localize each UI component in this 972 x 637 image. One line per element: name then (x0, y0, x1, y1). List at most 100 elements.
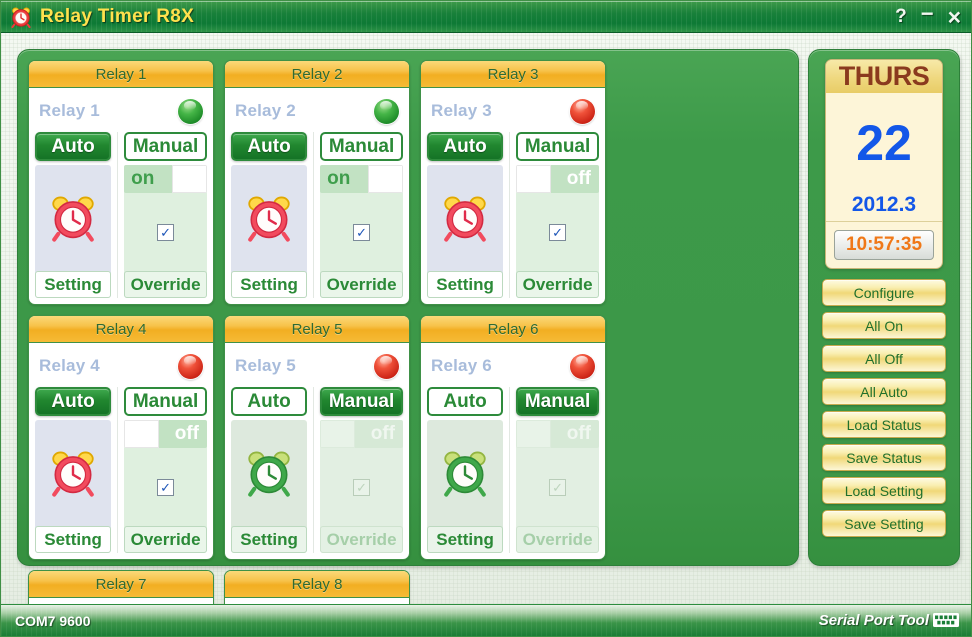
override-box-2: on ✓ Override (320, 165, 403, 298)
relay-header-6: Relay 6 (421, 316, 605, 343)
manual-button-2[interactable]: Manual (320, 132, 403, 161)
relay-toggle-6[interactable]: off (516, 420, 599, 448)
override-checkbox-6[interactable]: ✓ (549, 479, 566, 496)
serial-port-status: COM7 9600 (15, 613, 90, 629)
auto-button-1[interactable]: Auto (35, 132, 111, 161)
relay-toggle-1[interactable]: on (124, 165, 207, 193)
alarm-clock-icon (231, 420, 307, 526)
setting-box-6[interactable]: Setting (427, 420, 503, 553)
setting-button-5[interactable]: Setting (231, 526, 307, 553)
relay-auto-column-6: Auto Setting (427, 387, 510, 553)
calendar-widget: THURS 22 2012.3 10:57:35 (825, 59, 943, 269)
load-setting-button[interactable]: Load Setting (822, 477, 946, 504)
setting-button-2[interactable]: Setting (231, 271, 307, 298)
relay-led-4 (178, 354, 203, 379)
alarm-clock-icon (35, 165, 111, 271)
setting-button-3[interactable]: Setting (427, 271, 503, 298)
override-button-2[interactable]: Override (320, 271, 403, 298)
close-button[interactable]: × (948, 7, 961, 27)
override-checkbox-row-2: ✓ (320, 193, 403, 271)
auto-button-3[interactable]: Auto (427, 132, 503, 161)
connector-grid-icon (933, 613, 959, 627)
setting-box-3[interactable]: Setting (427, 165, 503, 298)
override-box-3: off ✓ Override (516, 165, 599, 298)
auto-button-6[interactable]: Auto (427, 387, 503, 416)
override-checkbox-1[interactable]: ✓ (157, 224, 174, 241)
alarm-clock-icon (10, 6, 32, 28)
manual-button-1[interactable]: Manual (124, 132, 207, 161)
load-status-button[interactable]: Load Status (822, 411, 946, 438)
relay-panel-4: Relay 4Relay 4AutoSettingManualoff✓Overr… (28, 315, 214, 560)
all-on-button[interactable]: All On (822, 312, 946, 339)
toggle-label-5: off (355, 420, 403, 448)
relay-led-6 (570, 354, 595, 379)
manual-button-4[interactable]: Manual (124, 387, 207, 416)
save-setting-button[interactable]: Save Setting (822, 510, 946, 537)
relay-header-1: Relay 1 (29, 61, 213, 88)
relay-body-5: Relay 5 Auto Setting Manual off ✓ Override (225, 343, 409, 559)
relay-columns-2: Auto Setting Manual on ✓ Override (231, 130, 403, 298)
override-button-6[interactable]: Override (516, 526, 599, 553)
relay-columns-3: Auto Setting Manual off ✓ Override (427, 130, 599, 298)
override-checkbox-4[interactable]: ✓ (157, 479, 174, 496)
relay-panel-3: Relay 3Relay 3AutoSettingManualoff✓Overr… (420, 60, 606, 305)
window-controls: ? − × (895, 1, 961, 33)
auto-button-4[interactable]: Auto (35, 387, 111, 416)
toggle-label-3: off (551, 165, 599, 193)
override-button-5[interactable]: Override (320, 526, 403, 553)
override-button-1[interactable]: Override (124, 271, 207, 298)
setting-box-5[interactable]: Setting (231, 420, 307, 553)
override-checkbox-5[interactable]: ✓ (353, 479, 370, 496)
save-status-button[interactable]: Save Status (822, 444, 946, 471)
minimize-button[interactable]: − (921, 4, 934, 24)
relay-auto-column-4: Auto Setting (35, 387, 118, 553)
setting-button-6[interactable]: Setting (427, 526, 503, 553)
relay-body-6: Relay 6AutoSettingManualoff✓Override (421, 343, 605, 559)
relay-toggle-5[interactable]: off (320, 420, 403, 448)
relay-status-row-3: Relay 3 (427, 92, 599, 130)
setting-box-1[interactable]: Setting (35, 165, 111, 298)
override-checkbox-2[interactable]: ✓ (353, 224, 370, 241)
configure-button[interactable]: Configure (822, 279, 946, 306)
override-button-3[interactable]: Override (516, 271, 599, 298)
toggle-knob-1 (172, 165, 207, 193)
relay-body-4: Relay 4AutoSettingManualoff✓Override (29, 343, 213, 559)
setting-box-4[interactable]: Setting (35, 420, 111, 553)
toggle-label-6: off (551, 420, 599, 448)
relay-manual-column-2: Manual on ✓ Override (320, 132, 403, 298)
auto-button-2[interactable]: Auto (231, 132, 307, 161)
manual-button-3[interactable]: Manual (516, 132, 599, 161)
all-off-button[interactable]: All Off (822, 345, 946, 372)
toggle-knob-3 (516, 165, 551, 193)
auto-button-5[interactable]: Auto (231, 387, 307, 416)
toggle-knob-5 (320, 420, 355, 448)
manual-button-5[interactable]: Manual (320, 387, 403, 416)
alarm-clock-icon (35, 420, 111, 526)
relay-name-5: Relay 5 (235, 356, 296, 376)
override-checkbox-3[interactable]: ✓ (549, 224, 566, 241)
setting-box-2[interactable]: Setting (231, 165, 307, 298)
help-button[interactable]: ? (895, 7, 907, 27)
setting-button-4[interactable]: Setting (35, 526, 111, 553)
alarm-clock-icon (231, 165, 307, 271)
all-auto-button[interactable]: All Auto (822, 378, 946, 405)
window-title: Relay Timer R8X (40, 6, 194, 28)
override-button-4[interactable]: Override (124, 526, 207, 553)
calendar-day: 22 (826, 93, 942, 188)
override-checkbox-row-4: ✓ (124, 448, 207, 526)
relay-body-2: Relay 2AutoSettingManualon✓Override (225, 88, 409, 304)
override-checkbox-row-3: ✓ (516, 193, 599, 271)
relay-header-3: Relay 3 (421, 61, 605, 88)
relay-toggle-2[interactable]: on (320, 165, 403, 193)
manual-button-6[interactable]: Manual (516, 387, 599, 416)
toggle-knob-6 (516, 420, 551, 448)
relay-columns-5: Auto Setting Manual off ✓ Override (231, 385, 403, 553)
relay-body-1: Relay 1AutoSettingManualon✓Override (29, 88, 213, 304)
calendar-time: 10:57:35 (834, 230, 934, 260)
relay-led-5 (374, 354, 399, 379)
relay-panel-5: Relay 5Relay 5 Auto Setting Manual off ✓ Overr… (224, 315, 410, 560)
setting-button-1[interactable]: Setting (35, 271, 111, 298)
alarm-clock-icon (427, 165, 503, 271)
relay-toggle-4[interactable]: off (124, 420, 207, 448)
relay-toggle-3[interactable]: off (516, 165, 599, 193)
